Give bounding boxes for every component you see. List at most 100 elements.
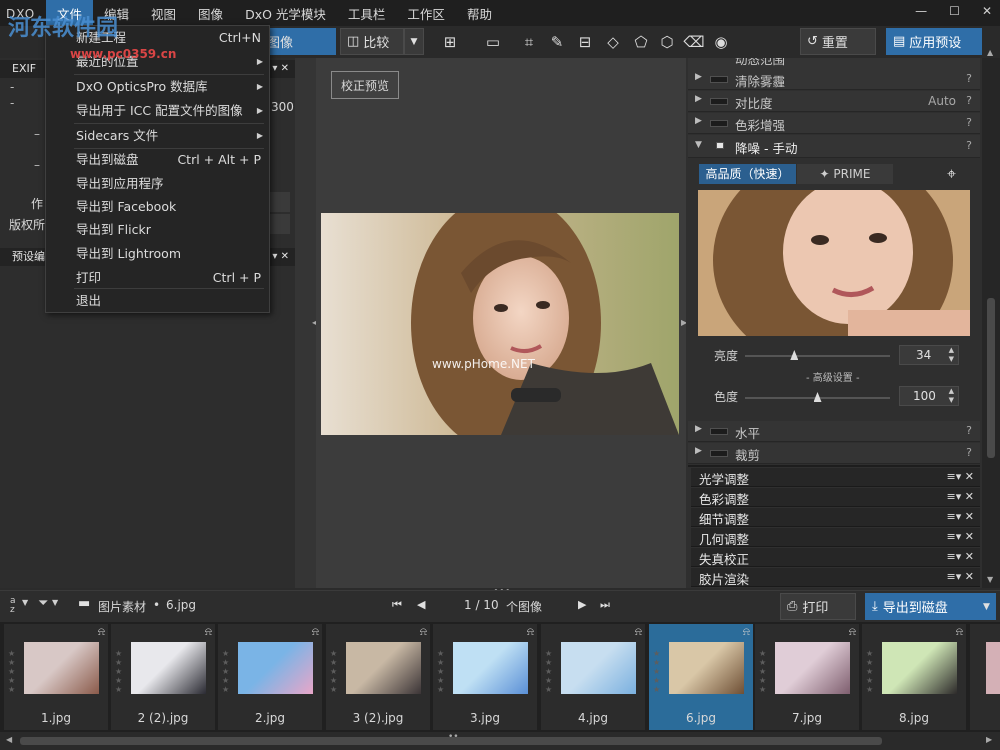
export-disk-button[interactable]: ⤓ 导出到磁盘 xyxy=(865,593,977,620)
correction-row-horizon[interactable]: ▶ 水平 ? xyxy=(688,421,980,442)
perspective-icon[interactable]: ◇ xyxy=(602,31,624,53)
menu-item-export-facebook[interactable]: 导出到 Facebook xyxy=(46,195,269,219)
menu-item-sidecars[interactable]: Sidecars 文件 ▶ xyxy=(46,124,269,148)
compare-button[interactable]: ◫ 比较 xyxy=(340,28,404,55)
rating-stars[interactable]: ★ ★ ★ ★ ★ xyxy=(437,649,447,694)
palette-detail[interactable]: 细节调整 ≡▾ ✕ xyxy=(691,508,980,527)
thumbnail[interactable]: ★ ★ ★ ★ ★ ⍾ 4.jpg xyxy=(541,624,645,730)
reset-button[interactable]: ↺ 重置 xyxy=(800,28,876,55)
export-dropdown[interactable]: ▼ xyxy=(977,593,996,620)
palette-controls[interactable]: ≡▾ ✕ xyxy=(947,490,974,503)
filter-icon[interactable]: ⏷ xyxy=(38,596,48,611)
apply-preset-button[interactable]: ▤ 应用预设 xyxy=(886,28,982,55)
eyedropper-icon[interactable]: ✎ xyxy=(546,31,568,53)
grip-icon[interactable]: •• xyxy=(448,732,459,742)
filmstrip-scrollbar[interactable]: ◀ •• ▶ xyxy=(0,732,1000,750)
scroll-right-icon[interactable]: ▶ xyxy=(986,735,992,744)
palette-controls[interactable]: ≡▾ ✕ xyxy=(947,570,974,583)
palette-controls[interactable]: ≡▾ ✕ xyxy=(947,470,974,483)
expand-icon[interactable]: ▶ xyxy=(695,94,702,104)
menu-item-database[interactable]: DxO OpticsPro 数据库 ▶ xyxy=(46,75,269,99)
menu-item-export-flickr[interactable]: 导出到 Flickr xyxy=(46,218,269,242)
menu-item-export-disk[interactable]: 导出到磁盘 Ctrl + Alt + P xyxy=(46,148,269,172)
palette-distortion[interactable]: 失真校正 ≡▾ ✕ xyxy=(691,548,980,567)
help-icon[interactable]: ? xyxy=(966,424,972,437)
palette-controls[interactable]: ≡▾ ✕ xyxy=(947,550,974,563)
loupe-preview[interactable] xyxy=(698,190,970,336)
thumbnail[interactable]: ★ ★ ★ ★ ★ ⍾ 7.jpg xyxy=(755,624,859,730)
thumbnail[interactable]: ★ ★ ★ ★ ★ ⍾ 3.jpg xyxy=(433,624,537,730)
print-button[interactable]: ⎙ 打印 xyxy=(780,593,856,620)
exif-header-controls[interactable]: ▾ ✕ xyxy=(272,60,289,78)
palette-controls[interactable]: ≡▾ ✕ xyxy=(947,530,974,543)
thumbnail[interactable]: ★ ★ ★ ★ ★ ⍾ 1.jpg xyxy=(4,624,108,730)
collapse-icon[interactable]: ▼ xyxy=(695,140,702,150)
menu-item-export-lightroom[interactable]: 导出到 Lightroom xyxy=(46,242,269,266)
expand-icon[interactable]: ▶ xyxy=(695,116,702,126)
chevron-down-icon[interactable]: ▼ xyxy=(52,598,58,607)
chevron-down-icon[interactable]: ▼ xyxy=(22,598,28,607)
toggle-switch[interactable] xyxy=(710,98,728,105)
toggle-switch[interactable] xyxy=(710,120,728,127)
help-icon[interactable]: ? xyxy=(966,446,972,459)
palette-controls[interactable]: ≡▾ ✕ xyxy=(947,510,974,523)
rating-stars[interactable]: ★ ★ ★ ★ ★ xyxy=(8,649,18,694)
scrollbar-thumb[interactable] xyxy=(987,298,995,458)
target-icon[interactable]: ⌖ xyxy=(947,164,956,184)
next-image-icon[interactable]: ▶ xyxy=(578,598,586,611)
palette-optical[interactable]: 光学调整 ≡▾ ✕ xyxy=(691,468,980,487)
correction-row-contrast[interactable]: ▶ 对比度 Auto ? xyxy=(688,91,980,112)
menu-item-export-app[interactable]: 导出到应用程序 xyxy=(46,172,269,196)
stepper-icon[interactable]: ▲ ▼ xyxy=(949,346,954,364)
expand-icon[interactable]: ▶ xyxy=(695,424,702,434)
horizon-icon[interactable]: ⊟ xyxy=(574,31,596,53)
scroll-left-icon[interactable]: ◀ xyxy=(6,735,12,744)
volume-deformation-icon[interactable]: ⬡ xyxy=(656,31,678,53)
rectangle-perspective-icon[interactable]: ⬠ xyxy=(630,31,652,53)
sort-icon[interactable]: a z xyxy=(10,597,20,615)
thumbnail[interactable]: ★ ★ ★ ★ ★ ⍾ 2.jpg xyxy=(218,624,322,730)
stepper-icon[interactable]: ▲ ▼ xyxy=(949,387,954,405)
rating-stars[interactable]: ★ ★ ★ ★ ★ xyxy=(653,649,663,694)
right-scrollbar[interactable]: ▲ ▼ xyxy=(982,48,1000,588)
last-image-icon[interactable]: ⏭ xyxy=(600,598,610,612)
preset-header-controls[interactable]: ▾ ✕ xyxy=(272,248,289,266)
correction-row-noise[interactable]: ▼ 降噪 - 手动 ? xyxy=(688,135,980,158)
menu-item-export-icc[interactable]: 导出用于 ICC 配置文件的图像 ▶ xyxy=(46,99,269,123)
correction-row-haze[interactable]: ▶ 清除雾霾 ? xyxy=(688,69,980,90)
rating-stars[interactable]: ★ ★ ★ ★ ★ xyxy=(545,649,555,694)
toggle-switch-on[interactable] xyxy=(716,142,724,149)
maximize-button[interactable]: ☐ xyxy=(949,4,960,18)
thumbnail-partial[interactable] xyxy=(970,624,1000,730)
author-field[interactable] xyxy=(268,192,290,212)
eraser-icon[interactable]: ⌫ xyxy=(683,31,705,53)
tab-prime[interactable]: ✦ PRIME xyxy=(797,164,893,184)
luminance-slider[interactable] xyxy=(745,350,890,360)
toggle-switch[interactable] xyxy=(710,428,728,435)
scroll-up-icon[interactable]: ▲ xyxy=(987,48,993,57)
tab-high-quality[interactable]: 高品质（快速） xyxy=(699,164,796,184)
expand-icon[interactable]: ▶ xyxy=(695,72,702,82)
correction-row-vibrancy[interactable]: ▶ 色彩增强 ? xyxy=(688,113,980,134)
help-icon[interactable]: ? xyxy=(966,139,972,152)
correction-row-crop[interactable]: ▶ 裁剪 ? xyxy=(688,443,980,464)
palette-film[interactable]: 胶片渲染 ≡▾ ✕ xyxy=(691,568,980,587)
copyright-field[interactable] xyxy=(268,214,290,234)
first-image-icon[interactable]: ⏮ xyxy=(392,598,402,612)
thumbnail[interactable]: ★ ★ ★ ★ ★ ⍾ 8.jpg xyxy=(862,624,966,730)
rating-stars[interactable]: ★ ★ ★ ★ ★ xyxy=(330,649,340,694)
rating-stars[interactable]: ★ ★ ★ ★ ★ xyxy=(115,649,125,694)
eye-icon[interactable]: ◉ xyxy=(710,31,732,53)
fullscreen-icon[interactable]: ▭ xyxy=(482,31,504,53)
crop-icon[interactable]: ⌗ xyxy=(518,31,540,53)
toggle-switch[interactable] xyxy=(710,450,728,457)
thumbnail[interactable]: ★ ★ ★ ★ ★ ⍾ 3 (2).jpg xyxy=(326,624,430,730)
scroll-down-icon[interactable]: ▼ xyxy=(987,575,993,584)
rating-stars[interactable]: ★ ★ ★ ★ ★ xyxy=(222,649,232,694)
thumbnail[interactable]: ★ ★ ★ ★ ★ ⍾ 6.jpg xyxy=(649,624,753,730)
menu-item-print[interactable]: 打印 Ctrl + P xyxy=(46,266,269,290)
prev-image-icon[interactable]: ◀ xyxy=(417,598,425,611)
compare-dropdown[interactable]: ▼ xyxy=(404,28,424,55)
close-button[interactable]: ✕ xyxy=(982,4,992,18)
help-icon[interactable]: ? xyxy=(966,94,972,107)
